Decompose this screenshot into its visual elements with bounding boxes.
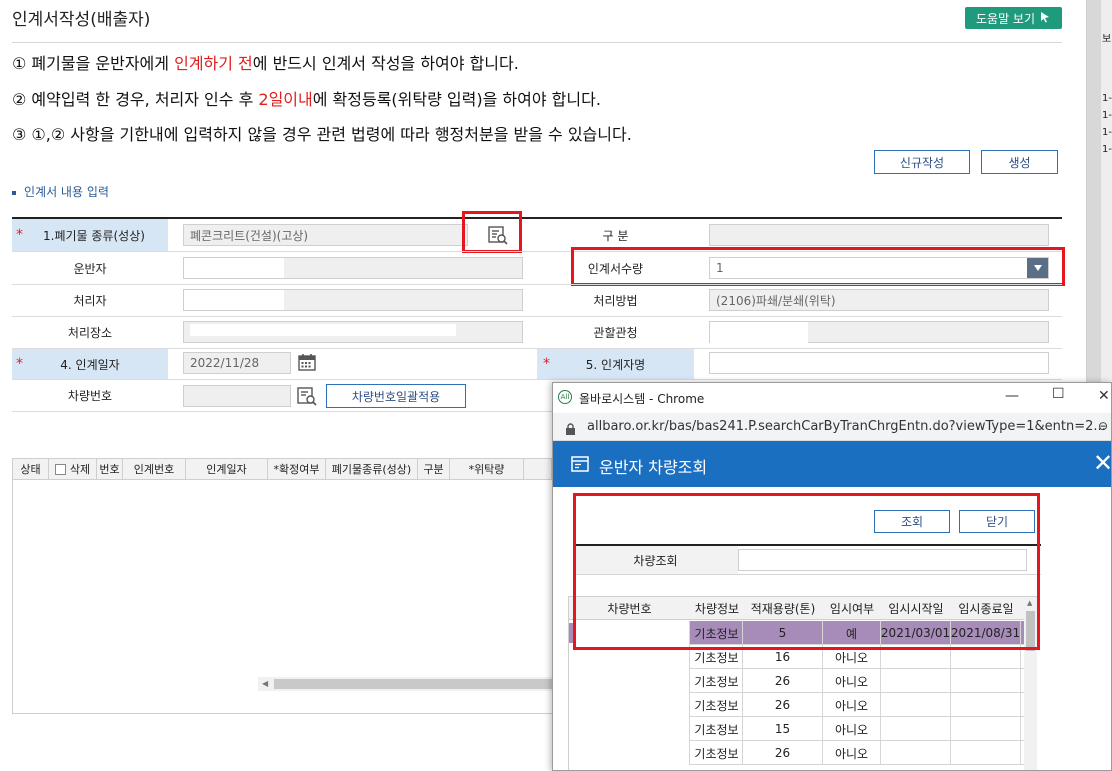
highlight-box-popup bbox=[573, 493, 1040, 650]
select-all-checkbox[interactable] bbox=[54, 463, 66, 475]
cell-vehicle-no bbox=[569, 717, 690, 741]
office-label: 관할관청 bbox=[593, 326, 638, 340]
new-button[interactable]: 신규작성 bbox=[874, 150, 970, 174]
cell-capacity: 26 bbox=[743, 669, 823, 693]
help-button-label: 도움말 보기 bbox=[975, 11, 1035, 26]
notice-1: ① 폐기물을 운반자에게 인계하기 전에 반드시 인계서 작성을 하여야 합니다… bbox=[12, 54, 519, 73]
processor-label: 처리자 bbox=[73, 294, 107, 308]
cell-capacity: 26 bbox=[743, 741, 823, 765]
page-title: 인계서작성(배출자) bbox=[12, 10, 151, 30]
table-row[interactable]: 기초정보 15 아니오 bbox=[569, 717, 1024, 741]
cell-temp: 아니오 bbox=[823, 669, 881, 693]
cell-end bbox=[951, 741, 1021, 765]
cell-capacity: 26 bbox=[743, 693, 823, 717]
grid-col-handover-no: 인계번호 bbox=[123, 459, 186, 479]
date-field[interactable]: 2022/11/28 bbox=[183, 352, 291, 374]
cell-temp: 아니오 bbox=[823, 717, 881, 741]
popup-url: allbaro.or.kr/bas/bas241.P.searchCarByTr… bbox=[587, 419, 1106, 434]
cell-info: 기초정보 bbox=[691, 741, 743, 765]
grid-col-waste-type: 폐기물종류(성상) bbox=[326, 459, 418, 479]
site-label: 처리장소 bbox=[67, 326, 113, 340]
cell-temp: 아니오 bbox=[823, 741, 881, 765]
window-close-icon[interactable]: ✕ bbox=[1098, 388, 1110, 404]
carrier-label: 운반자 bbox=[73, 261, 107, 276]
notice-3: ③ ①,② 사항을 기한내에 입력하지 않을 경우 관련 법령에 따라 행정처분… bbox=[12, 125, 632, 144]
popup-address-bar[interactable]: allbaro.or.kr/bas/bas241.P.searchCarByTr… bbox=[553, 413, 1111, 441]
cell-vehicle-no bbox=[569, 741, 690, 765]
popup-header: 운반자 차량조회 ✕ bbox=[553, 441, 1111, 487]
allbaro-logo-icon: All bbox=[558, 390, 572, 404]
maximize-icon[interactable]: ☐ bbox=[1052, 386, 1065, 402]
vehicle-label: 차량번호 bbox=[67, 389, 113, 403]
method-label: 처리방법 bbox=[593, 294, 638, 308]
cell-vehicle-no bbox=[569, 693, 690, 717]
cell-end bbox=[951, 717, 1021, 741]
vehicle-field[interactable] bbox=[183, 385, 291, 407]
cell-start bbox=[881, 741, 951, 765]
cell-info: 기초정보 bbox=[691, 717, 743, 741]
waste-type-field[interactable]: 폐콘크리트(건설)(고상) bbox=[183, 224, 468, 246]
vehicle-search-popup[interactable]: All 올바로시스템 - Chrome — ☐ ✕ allbaro.or.kr/… bbox=[552, 382, 1112, 771]
table-row[interactable]: 기초정보 26 아니오 bbox=[569, 741, 1024, 765]
cursor-pointer-icon bbox=[1039, 11, 1051, 26]
title-divider bbox=[12, 42, 1062, 43]
help-button[interactable]: 도움말 보기 bbox=[965, 7, 1062, 29]
vehicle-search-icon[interactable] bbox=[296, 385, 318, 407]
lock-icon bbox=[565, 421, 576, 440]
table-row[interactable]: 기초정보 26 아니오 bbox=[569, 693, 1024, 717]
cell-start bbox=[881, 717, 951, 741]
date-label: * 4. 인계일자 bbox=[12, 349, 168, 379]
method-field[interactable]: (2106)파쇄/분쇄(위탁) bbox=[709, 289, 1049, 311]
grid-col-category: 구분 bbox=[418, 459, 450, 479]
handover-name-label: * 5. 인계자명 bbox=[537, 349, 694, 379]
popup-titlebar[interactable]: All 올바로시스템 - Chrome — ☐ ✕ bbox=[553, 383, 1111, 413]
highlight-box-quantity bbox=[571, 247, 1065, 286]
grid-col-status: 상태 bbox=[13, 459, 49, 479]
vehicle-bulk-apply-button[interactable]: 차량번호일괄적용 bbox=[326, 384, 466, 408]
search-list-icon[interactable] bbox=[487, 224, 509, 246]
cell-temp: 아니오 bbox=[823, 693, 881, 717]
cell-info: 기초정보 bbox=[691, 669, 743, 693]
horizontal-scrollbar[interactable]: ◀ bbox=[258, 677, 554, 691]
section-label: 인계서 내용 입력 bbox=[12, 183, 109, 200]
minimize-icon[interactable]: — bbox=[1005, 388, 1019, 404]
scroll-left-icon: ◀ bbox=[262, 679, 269, 688]
create-button[interactable]: 생성 bbox=[981, 150, 1058, 174]
grid-col-date: 인계일자 bbox=[186, 459, 268, 479]
settings-icon[interactable]: ⊖ bbox=[1098, 419, 1108, 433]
window-icon bbox=[571, 456, 589, 476]
handover-name-field[interactable] bbox=[709, 352, 1049, 374]
grid-header: 상태 삭제 번호 인계번호 인계일자 *확정여부 폐기물종류(성상) 구분 *위… bbox=[12, 458, 552, 480]
cell-end bbox=[951, 693, 1021, 717]
cell-end bbox=[951, 669, 1021, 693]
grid-col-amount: *위탁량 bbox=[450, 459, 524, 479]
grid-col-confirmed: *확정여부 bbox=[268, 459, 326, 479]
category-field[interactable] bbox=[709, 224, 1049, 246]
cell-vehicle-no bbox=[569, 669, 690, 693]
grid-col-delete[interactable]: 삭제 bbox=[49, 459, 97, 479]
table-row[interactable]: 기초정보 26 아니오 bbox=[569, 669, 1024, 693]
grid-col-number: 번호 bbox=[97, 459, 123, 479]
waste-type-label: * 1.폐기물 종류(성상) bbox=[12, 219, 168, 251]
popup-header-title: 운반자 차량조회 bbox=[599, 458, 708, 477]
popup-window-title: 올바로시스템 - Chrome bbox=[579, 392, 705, 406]
cell-start bbox=[881, 693, 951, 717]
cell-info: 기초정보 bbox=[691, 693, 743, 717]
cell-capacity: 15 bbox=[743, 717, 823, 741]
calendar-icon[interactable] bbox=[296, 351, 318, 373]
cell-start bbox=[881, 669, 951, 693]
notice-2: ② 예약입력 한 경우, 처리자 인수 후 2일이내에 확정등록(위탁량 입력)… bbox=[12, 90, 601, 109]
popup-close-icon[interactable]: ✕ bbox=[1093, 449, 1111, 477]
